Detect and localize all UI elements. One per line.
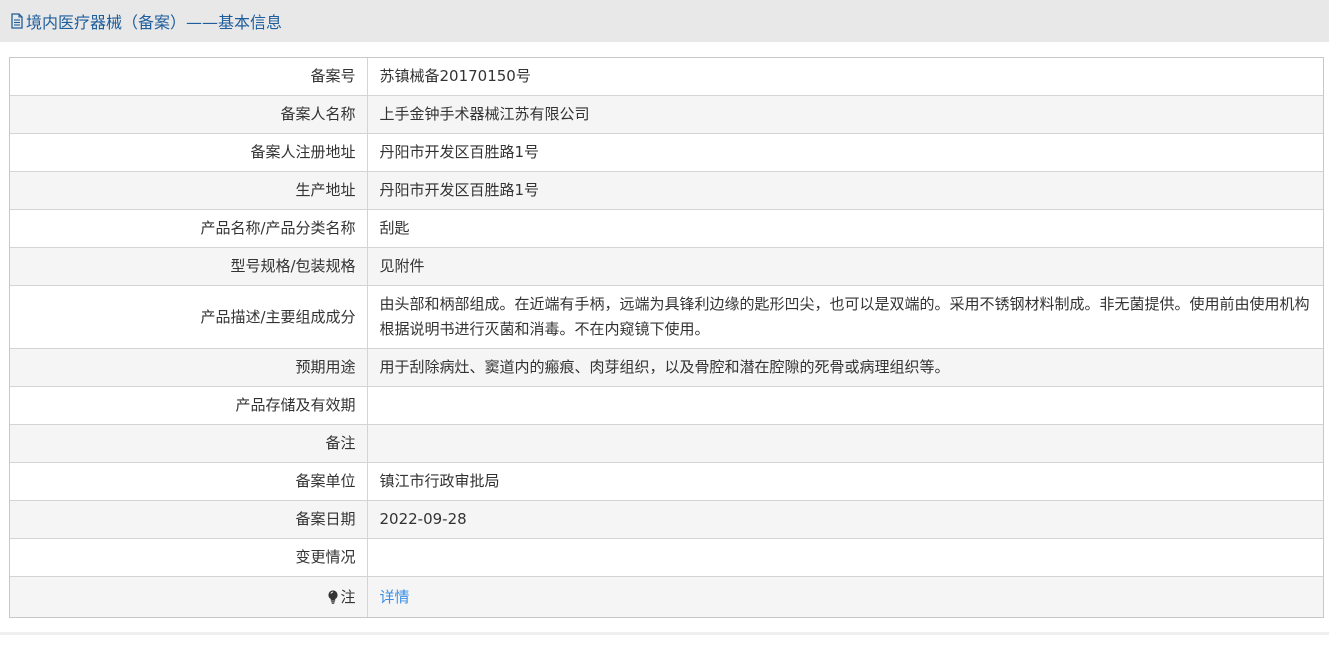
- row-value: 镇江市行政审批局: [367, 462, 1323, 501]
- table-row: 注 详情: [10, 576, 1323, 617]
- page-title: 境内医疗器械（备案）——基本信息: [10, 11, 283, 32]
- row-value: 2022-09-28: [367, 500, 1323, 539]
- row-value: 详情: [367, 576, 1323, 617]
- row-value: [367, 386, 1323, 425]
- lightbulb-icon: [327, 589, 339, 604]
- row-label: 产品名称/产品分类名称: [10, 209, 368, 248]
- row-label: 备案单位: [10, 462, 368, 501]
- row-value: 由头部和柄部组成。在近端有手柄，远端为具锋利边缘的匙形凹尖，也可以是双端的。采用…: [367, 285, 1323, 349]
- row-label: 备案号: [10, 58, 368, 96]
- table-row: 生产地址 丹阳市开发区百胜路1号: [10, 171, 1323, 210]
- page-title-text: 境内医疗器械（备案）——基本信息: [26, 13, 283, 32]
- row-label: 生产地址: [10, 171, 368, 210]
- row-label: 备案日期: [10, 500, 368, 539]
- row-value: [367, 424, 1323, 463]
- row-label: 备注: [10, 424, 368, 463]
- table-row: 备案日期 2022-09-28: [10, 500, 1323, 539]
- row-label: 产品存储及有效期: [10, 386, 368, 425]
- bottom-divider: [0, 632, 1329, 635]
- row-value: 用于刮除病灶、窦道内的瘢痕、肉芽组织，以及骨腔和潜在腔隙的死骨或病理组织等。: [367, 348, 1323, 387]
- row-value: 苏镇械备20170150号: [367, 58, 1323, 96]
- row-label: 备案人注册地址: [10, 133, 368, 172]
- document-icon: [10, 13, 24, 29]
- row-label-note: 注: [10, 576, 368, 617]
- row-label: 变更情况: [10, 538, 368, 577]
- row-label: 型号规格/包装规格: [10, 247, 368, 286]
- table-row: 备案人名称 上手金钟手术器械江苏有限公司: [10, 95, 1323, 134]
- note-label: 注: [340, 587, 356, 606]
- table-row: 型号规格/包装规格 见附件: [10, 247, 1323, 286]
- row-value: [367, 538, 1323, 577]
- table-row: 备案号 苏镇械备20170150号: [10, 58, 1323, 96]
- row-value: 刮匙: [367, 209, 1323, 248]
- table-row: 备案单位 镇江市行政审批局: [10, 462, 1323, 501]
- table-row: 变更情况: [10, 538, 1323, 577]
- row-value: 丹阳市开发区百胜路1号: [367, 171, 1323, 210]
- page-header: 境内医疗器械（备案）——基本信息: [0, 0, 1329, 42]
- table-row: 产品存储及有效期: [10, 386, 1323, 425]
- info-table: 备案号 苏镇械备20170150号 备案人名称 上手金钟手术器械江苏有限公司 备…: [9, 57, 1324, 618]
- row-value: 见附件: [367, 247, 1323, 286]
- row-value: 丹阳市开发区百胜路1号: [367, 133, 1323, 172]
- row-value: 上手金钟手术器械江苏有限公司: [367, 95, 1323, 134]
- row-label: 备案人名称: [10, 95, 368, 134]
- table-row: 产品名称/产品分类名称 刮匙: [10, 209, 1323, 248]
- table-row: 备注: [10, 424, 1323, 463]
- table-row: 产品描述/主要组成成分 由头部和柄部组成。在近端有手柄，远端为具锋利边缘的匙形凹…: [10, 285, 1323, 349]
- row-label: 产品描述/主要组成成分: [10, 285, 368, 349]
- table-row: 预期用途 用于刮除病灶、窦道内的瘢痕、肉芽组织，以及骨腔和潜在腔隙的死骨或病理组…: [10, 348, 1323, 387]
- row-label: 预期用途: [10, 348, 368, 387]
- details-link[interactable]: 详情: [380, 588, 410, 606]
- table-row: 备案人注册地址 丹阳市开发区百胜路1号: [10, 133, 1323, 172]
